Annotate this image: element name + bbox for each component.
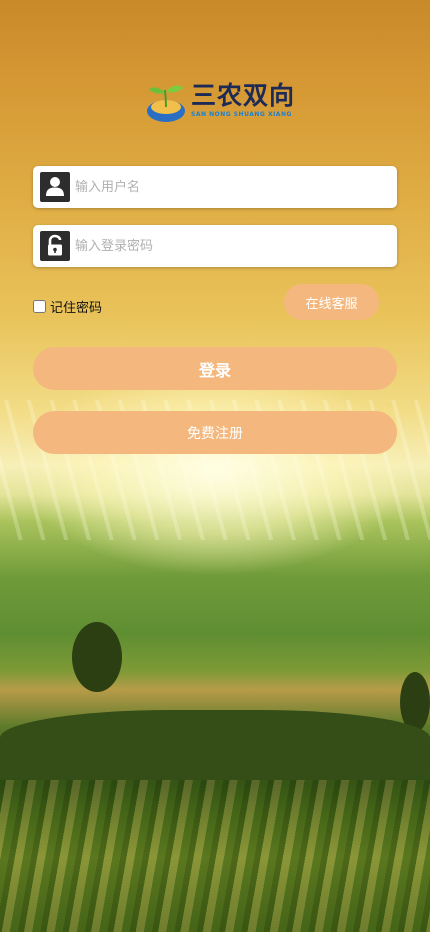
lock-icon — [40, 231, 70, 261]
remember-password[interactable]: 记住密码 — [33, 297, 103, 316]
background-image — [0, 0, 430, 932]
online-service-button[interactable]: 在线客服 — [284, 284, 379, 320]
app-logo: 三农双向 SAN NONG SHUANG XIANG — [145, 80, 294, 124]
app-title: 三农双向 — [191, 81, 296, 110]
user-icon — [40, 172, 70, 202]
register-button[interactable]: 免费注册 — [33, 411, 397, 454]
username-field[interactable] — [33, 166, 397, 208]
app-subtitle: SAN NONG SHUANG XIANG — [191, 111, 292, 118]
sprout-hand-logo-icon — [147, 85, 185, 122]
tree — [72, 622, 122, 692]
password-input[interactable] — [75, 225, 385, 267]
username-input[interactable] — [75, 166, 385, 208]
login-button[interactable]: 登录 — [33, 347, 397, 390]
password-field[interactable] — [33, 225, 397, 267]
tree — [0, 710, 430, 780]
remember-password-checkbox[interactable] — [33, 299, 46, 313]
remember-password-label: 记住密码 — [50, 300, 103, 316]
